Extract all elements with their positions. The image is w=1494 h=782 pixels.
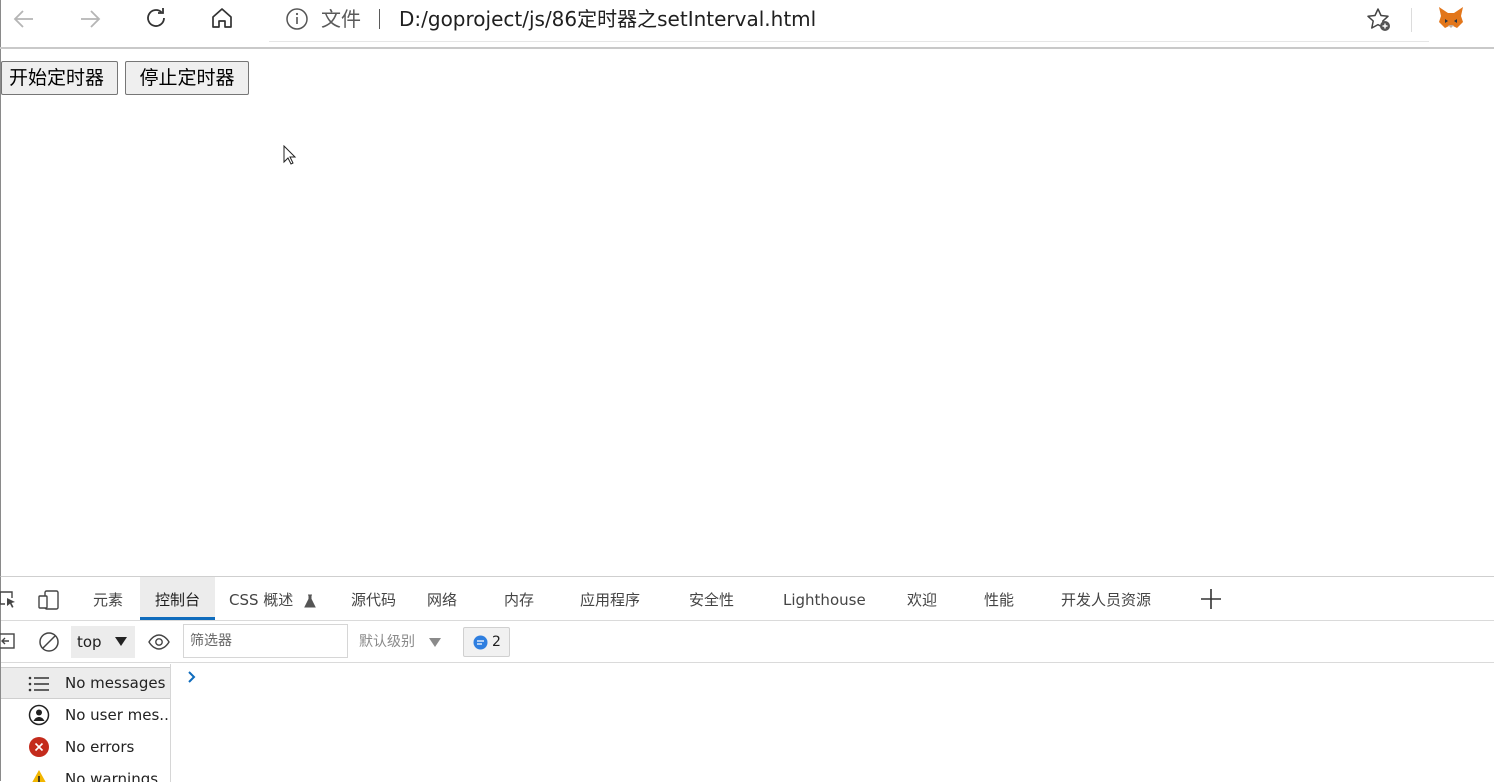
context-value: top — [77, 633, 102, 651]
address-separator — [379, 9, 380, 29]
metamask-fox-icon[interactable] — [1437, 5, 1465, 31]
log-level-selector[interactable]: 默认级别 — [359, 629, 442, 655]
toolbar-divider — [1411, 8, 1412, 32]
warning-icon — [27, 768, 51, 782]
log-level-label: 默认级别 — [359, 634, 415, 650]
page-viewport: 开始定时器 停止定时器 — [0, 49, 1494, 576]
add-favorite-icon[interactable] — [1365, 6, 1393, 34]
tab-memory[interactable]: 内存 — [504, 577, 534, 620]
device-emulation-icon[interactable] — [38, 590, 60, 610]
refresh-icon — [147, 8, 165, 27]
console-toolbar: top 默认级别 2 — [0, 621, 1494, 663]
back-arrow-icon — [13, 10, 33, 28]
dropdown-triangle-icon — [115, 637, 127, 646]
sidebar-item-errors[interactable]: No errors — [1, 731, 170, 763]
devtools-tab-bar: 元素 控制台 CSS 概述 源代码 网络 内存 应用程序 安全性 Lightho… — [0, 577, 1494, 621]
home-button[interactable] — [205, 1, 239, 35]
browser-toolbar: 文件 D:/goproject/js/86定时器之setInterval.htm… — [0, 0, 1494, 47]
sidebar-item-messages[interactable]: No messages — [1, 667, 170, 699]
tab-console[interactable]: 控制台 — [140, 577, 215, 620]
console-sidebar: No messages No user mes... No errors No … — [1, 664, 171, 782]
address-bar-url[interactable]: D:/goproject/js/86定时器之setInterval.html — [399, 6, 816, 32]
home-icon — [212, 8, 232, 28]
address-prefix: 文件 — [321, 7, 361, 31]
clear-console-icon[interactable] — [38, 631, 60, 653]
sidebar-item-label: No errors — [65, 738, 135, 756]
message-bubble-icon — [473, 635, 488, 650]
error-icon — [27, 736, 51, 758]
sidebar-item-warnings[interactable]: No warnings — [1, 763, 170, 782]
console-filter-input[interactable] — [183, 624, 348, 658]
inspect-element-icon[interactable] — [0, 590, 17, 610]
experiment-flask-icon — [304, 594, 316, 608]
forward-arrow-icon — [81, 10, 101, 28]
address-bar-underline — [269, 41, 1429, 42]
user-circle-icon — [27, 704, 51, 726]
refresh-button[interactable] — [139, 1, 173, 35]
tab-application[interactable]: 应用程序 — [580, 577, 640, 620]
back-button[interactable] — [7, 2, 41, 36]
tab-network[interactable]: 网络 — [427, 577, 457, 620]
sidebar-item-label: No messages — [65, 674, 166, 692]
tab-sources[interactable]: 源代码 — [351, 577, 396, 620]
tab-css-overview[interactable]: CSS 概述 — [229, 577, 316, 620]
live-expression-eye-icon[interactable] — [147, 632, 171, 652]
tab-security[interactable]: 安全性 — [689, 577, 734, 620]
stop-timer-button[interactable]: 停止定时器 — [125, 61, 249, 95]
add-tool-button[interactable] — [1197, 585, 1225, 613]
forward-button[interactable] — [73, 2, 107, 36]
tab-css-overview-label: CSS 概述 — [229, 591, 294, 609]
site-info-icon[interactable] — [285, 7, 309, 31]
sidebar-item-label: No user mes... — [65, 706, 170, 724]
tab-welcome[interactable]: 欢迎 — [907, 577, 937, 620]
tab-elements[interactable]: 元素 — [93, 577, 123, 620]
context-selector[interactable]: top — [71, 626, 135, 658]
start-timer-button[interactable]: 开始定时器 — [1, 61, 118, 95]
devtools-panel: 元素 控制台 CSS 概述 源代码 网络 内存 应用程序 安全性 Lightho… — [0, 576, 1494, 782]
sidebar-item-label: No warnings — [65, 770, 159, 782]
list-icon — [27, 673, 51, 695]
mouse-cursor-icon — [283, 145, 297, 165]
tab-developer-resources[interactable]: 开发人员资源 — [1061, 577, 1151, 620]
sidebar-item-user-messages[interactable]: No user mes... — [1, 699, 170, 731]
message-count: 2 — [492, 634, 501, 650]
message-count-badge[interactable]: 2 — [463, 627, 510, 657]
dropdown-triangle-icon — [429, 637, 442, 647]
toggle-sidebar-icon[interactable] — [0, 632, 16, 650]
tab-lighthouse[interactable]: Lighthouse — [783, 577, 866, 620]
plus-icon — [1201, 589, 1221, 609]
tab-performance[interactable]: 性能 — [984, 577, 1014, 620]
console-prompt-chevron-icon[interactable] — [187, 670, 197, 684]
